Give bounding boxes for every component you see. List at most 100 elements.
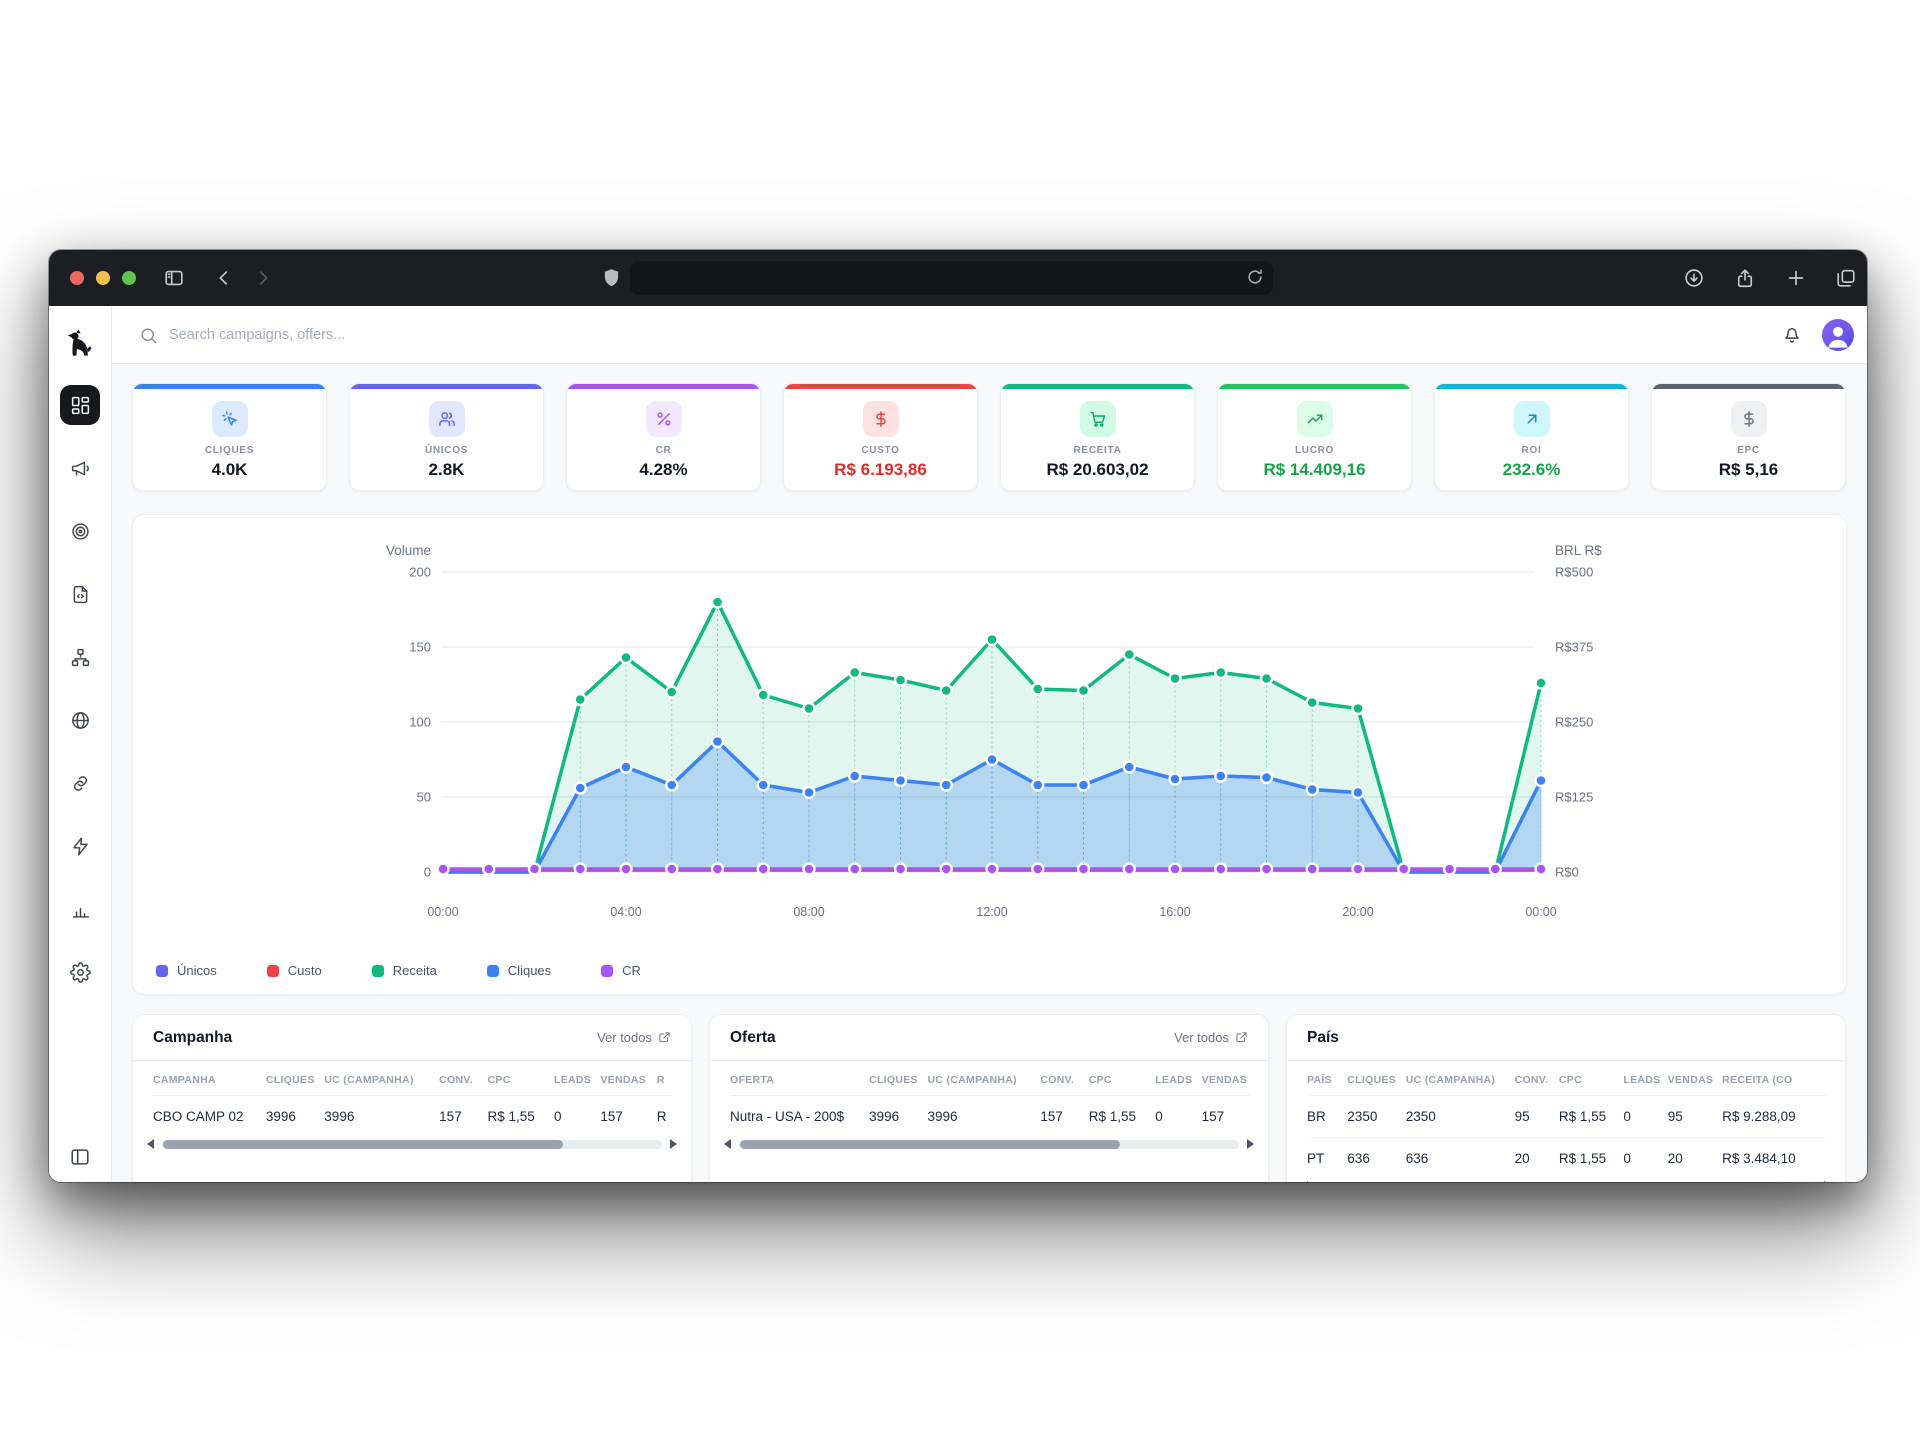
- table-cell: CBO CAMP 02: [153, 1096, 266, 1138]
- table-cell: 3996: [869, 1096, 927, 1138]
- svg-text:20:00: 20:00: [1342, 905, 1373, 919]
- table-card-header: CampanhaVer todos: [133, 1015, 691, 1061]
- scroll-right-arrow[interactable]: [1247, 1139, 1254, 1149]
- column-header: VENDAS: [600, 1061, 656, 1096]
- svg-text:04:00: 04:00: [610, 905, 641, 919]
- scroll-left-arrow[interactable]: [1301, 1181, 1308, 1182]
- table-cell: R$ 9.288,09: [1722, 1096, 1827, 1138]
- legend-item-cliques[interactable]: Cliques: [487, 963, 551, 978]
- table-card-header: País: [1287, 1015, 1845, 1061]
- external-link-icon: [1235, 1031, 1248, 1044]
- kpi-card-cliques: CLIQUES4.0K: [132, 383, 327, 491]
- kpi-label: EPC: [1652, 445, 1845, 456]
- sidebar-toggle-icon[interactable]: [163, 267, 185, 289]
- legend-item-únicos[interactable]: Únicos: [156, 963, 217, 978]
- column-header: VENDAS: [1668, 1061, 1722, 1096]
- kpi-value: 4.0K: [133, 460, 326, 480]
- dog-logo[interactable]: [63, 328, 97, 362]
- kpi-label: CR: [567, 445, 760, 456]
- scrollbar-track[interactable]: [1316, 1182, 1816, 1183]
- sidebar-item-domains[interactable]: [60, 700, 100, 740]
- table-cell: 20: [1668, 1138, 1722, 1180]
- scrollbar-thumb[interactable]: [163, 1140, 563, 1149]
- share-icon[interactable]: [1734, 267, 1756, 289]
- scrollbar-thumb[interactable]: [1317, 1182, 1707, 1183]
- new-tab-icon[interactable]: [1785, 267, 1807, 289]
- table-card-campanha: CampanhaVer todosCAMPANHACLIQUESUC (CAMP…: [132, 1014, 692, 1182]
- legend-label: Receita: [393, 963, 437, 978]
- search-icon: [139, 326, 158, 345]
- bar-chart-icon: [70, 899, 91, 920]
- reload-icon[interactable]: [1245, 267, 1265, 287]
- zoom-button[interactable]: [122, 271, 136, 285]
- legend-swatch: [601, 965, 613, 977]
- table-card-header: OfertaVer todos: [710, 1015, 1268, 1061]
- app-sidebar: [49, 306, 112, 1182]
- download-icon[interactable]: [1683, 267, 1705, 289]
- back-icon[interactable]: [213, 267, 235, 289]
- tables-row: CampanhaVer todosCAMPANHACLIQUESUC (CAMP…: [132, 1014, 1847, 1182]
- horizontal-scrollbar[interactable]: [147, 1139, 677, 1149]
- legend-label: Custo: [288, 963, 322, 978]
- forward-icon[interactable]: [252, 267, 274, 289]
- chart-legend: Únicos Custo Receita Cliques CR: [156, 963, 641, 978]
- sidebar-item-campaigns[interactable]: [60, 448, 100, 488]
- global-search[interactable]: [139, 306, 739, 364]
- kpi-label: RECEITA: [1001, 445, 1194, 456]
- tab-overview-icon[interactable]: [1835, 267, 1857, 289]
- close-button[interactable]: [70, 271, 84, 285]
- sidebar-item-funnels[interactable]: [60, 637, 100, 677]
- svg-text:BRL R$: BRL R$: [1555, 543, 1602, 558]
- legend-item-receita[interactable]: Receita: [372, 963, 437, 978]
- scrollbar-track[interactable]: [162, 1140, 662, 1149]
- sidebar-item-settings[interactable]: [60, 952, 100, 992]
- data-table: OFERTACLIQUESUC (CAMPANHA)CONV.CPCLEADSV…: [730, 1061, 1250, 1137]
- table-cell: 2350: [1347, 1096, 1405, 1138]
- table-cell: 20: [1515, 1138, 1559, 1180]
- scrollbar-thumb[interactable]: [740, 1140, 1120, 1149]
- svg-text:08:00: 08:00: [793, 905, 824, 919]
- scrollbar-track[interactable]: [739, 1140, 1239, 1149]
- traffic-chart: 0R$050R$125100R$250150R$375200R$500Volum…: [133, 529, 1848, 959]
- kpi-label: ÚNICOS: [350, 445, 543, 456]
- privacy-shield-icon[interactable]: [601, 267, 622, 288]
- user-avatar[interactable]: [1822, 319, 1854, 351]
- table-row: CBO CAMP 0239963996157R$ 1,550157R: [153, 1096, 673, 1138]
- svg-text:100: 100: [409, 715, 431, 730]
- scroll-right-arrow[interactable]: [670, 1139, 677, 1149]
- horizontal-scrollbar[interactable]: [724, 1139, 1254, 1149]
- horizontal-scrollbar[interactable]: [1301, 1181, 1831, 1182]
- table-card-pais: PaísPAÍSCLIQUESUC (CAMPANHA)CONV.CPCLEAD…: [1286, 1014, 1846, 1182]
- column-header: LEADS: [1623, 1061, 1667, 1096]
- panel-toggle-icon[interactable]: [69, 1146, 91, 1168]
- address-bar[interactable]: [630, 261, 1273, 295]
- sidebar-item-reports[interactable]: [60, 889, 100, 929]
- table-row: PT63663620R$ 1,55020R$ 3.484,10: [1307, 1138, 1827, 1180]
- sidebar-item-automations[interactable]: [60, 826, 100, 866]
- sidebar-item-links[interactable]: [60, 763, 100, 803]
- chart-card: 0R$050R$125100R$250150R$375200R$500Volum…: [132, 514, 1847, 995]
- legend-item-custo[interactable]: Custo: [267, 963, 322, 978]
- sidebar-item-dashboard[interactable]: [60, 385, 100, 425]
- column-header: OFERTA: [730, 1061, 869, 1096]
- address-input[interactable]: [630, 261, 1273, 295]
- table-cell: 0: [1623, 1096, 1667, 1138]
- kpi-accent-bar: [350, 384, 543, 389]
- column-header: CONV.: [1040, 1061, 1088, 1096]
- scroll-right-arrow[interactable]: [1824, 1181, 1831, 1182]
- minimize-button[interactable]: [96, 271, 110, 285]
- sidebar-item-tracking[interactable]: [60, 511, 100, 551]
- scroll-left-arrow[interactable]: [147, 1139, 154, 1149]
- legend-swatch: [487, 965, 499, 977]
- column-header: CONV.: [439, 1061, 487, 1096]
- bell-icon[interactable]: [1781, 324, 1803, 346]
- table-row: Nutra - USA - 200$39963996157R$ 1,550157: [730, 1096, 1250, 1138]
- search-input[interactable]: [169, 327, 629, 343]
- see-all-link[interactable]: Ver todos: [597, 1030, 671, 1045]
- table-cell: R: [657, 1096, 673, 1138]
- scroll-left-arrow[interactable]: [724, 1139, 731, 1149]
- sidebar-item-scripts[interactable]: [60, 574, 100, 614]
- see-all-link[interactable]: Ver todos: [1174, 1030, 1248, 1045]
- legend-item-cr[interactable]: CR: [601, 963, 641, 978]
- table-cell: 157: [439, 1096, 487, 1138]
